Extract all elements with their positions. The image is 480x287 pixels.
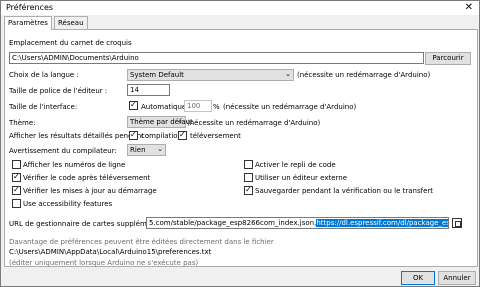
prefs-file-path[interactable]: C:\Users\ADMIN\AppData\Local\Arduino15\p… xyxy=(9,248,211,256)
chevron-down-icon: ⌄ xyxy=(177,117,183,125)
verbose-compile-label: compilation xyxy=(141,132,182,140)
edit-urls-icon[interactable] xyxy=(452,218,462,228)
theme-label: Thème: xyxy=(9,119,36,127)
verbose-upload-checkbox[interactable] xyxy=(178,131,187,140)
compiler-warnings-label: Avertissement du compilateur: xyxy=(9,147,117,155)
auto-scale-checkbox[interactable] xyxy=(129,101,138,110)
language-select[interactable]: System Default ⌄ xyxy=(127,69,294,81)
language-value: System Default xyxy=(130,71,184,79)
board-urls-selected-text: https://dl.espressif.com/dl/package_esp3… xyxy=(316,219,448,227)
verbose-label: Afficher les résultats détaillés pendant… xyxy=(9,132,149,140)
line-numbers-checkbox[interactable] xyxy=(12,160,21,169)
external-editor-label: Utiliser un éditeur externe xyxy=(255,174,348,182)
sketchbook-label: Emplacement du carnet de croquis xyxy=(9,39,132,47)
compiler-warnings-select[interactable]: Rien ⌄ xyxy=(127,144,166,156)
accessibility-checkbox[interactable] xyxy=(12,199,21,208)
browse-button[interactable]: Parcourir xyxy=(425,52,471,65)
code-folding-checkbox[interactable] xyxy=(244,160,253,169)
verbose-upload-label: téléversement xyxy=(190,132,241,140)
tab-label: Paramètres xyxy=(8,19,48,27)
chevron-down-icon: ⌄ xyxy=(285,70,291,78)
board-urls-input[interactable]: 5.com/stable/package_esp8266com_index.js… xyxy=(146,217,449,229)
theme-note: (nécessite un redémarrage d'Arduino) xyxy=(187,119,321,127)
external-editor-checkbox[interactable] xyxy=(244,173,253,182)
tab-parametres[interactable]: Paramètres xyxy=(4,16,52,30)
verify-after-upload-label: Vérifier le code après téléversement xyxy=(23,174,151,182)
verify-after-upload-checkbox[interactable] xyxy=(12,173,21,182)
preferences-window: Préférences ✕ Paramètres Réseau Emplacem… xyxy=(0,0,480,287)
save-on-verify-label: Sauvegarder pendant la vérification ou l… xyxy=(255,187,434,195)
settings-panel: Emplacement du carnet de croquis C:\User… xyxy=(4,29,478,267)
interface-size-label: Taille de l'interface: xyxy=(9,103,78,111)
title-bar: Préférences ✕ xyxy=(1,1,479,15)
prefs-file-hint: (éditer uniquement lorsque Arduino ne s'… xyxy=(9,259,199,267)
language-label: Choix de la langue : xyxy=(9,71,79,79)
tab-label: Réseau xyxy=(58,19,84,27)
board-urls-text: 5.com/stable/package_esp8266com_index.js… xyxy=(149,219,317,227)
interface-size-note: (nécessite un redémarrage d'Arduino) xyxy=(223,103,357,111)
save-on-verify-checkbox[interactable] xyxy=(244,186,253,195)
code-folding-label: Activer le repli de code xyxy=(255,161,336,169)
theme-value: Thème par défaut xyxy=(130,118,193,126)
check-updates-label: Vérifier les mises à jour au démarrage xyxy=(23,187,157,195)
interface-scale-unit: % xyxy=(213,103,220,111)
theme-select[interactable]: Thème par défaut ⌄ xyxy=(127,116,193,128)
compiler-warnings-value: Rien xyxy=(130,146,146,154)
close-icon[interactable]: ✕ xyxy=(465,1,473,15)
accessibility-label: Use accessibility features xyxy=(23,200,113,208)
chevron-down-icon: ⌄ xyxy=(157,145,163,153)
tab-reseau[interactable]: Réseau xyxy=(54,16,88,29)
window-title: Préférences xyxy=(6,3,54,12)
verbose-compile-checkbox[interactable] xyxy=(129,131,138,140)
interface-scale-input[interactable]: 100 xyxy=(184,100,212,112)
cancel-button[interactable]: Annuler xyxy=(438,271,476,285)
sketchbook-path-input[interactable]: C:\Users\ADMIN\Documents\Arduino xyxy=(9,52,424,64)
font-size-label: Taille de police de l'éditeur : xyxy=(9,87,108,95)
language-note: (nécessite un redémarrage d'Arduino) xyxy=(297,71,431,79)
font-size-input[interactable]: 14 xyxy=(127,84,170,96)
check-updates-checkbox[interactable] xyxy=(12,186,21,195)
line-numbers-label: Afficher les numéros de ligne xyxy=(23,161,126,169)
auto-scale-label: Automatique xyxy=(141,103,187,111)
ok-button[interactable]: OK xyxy=(401,271,435,285)
prefs-file-note: Davantage de préférences peuvent être éd… xyxy=(9,238,274,246)
